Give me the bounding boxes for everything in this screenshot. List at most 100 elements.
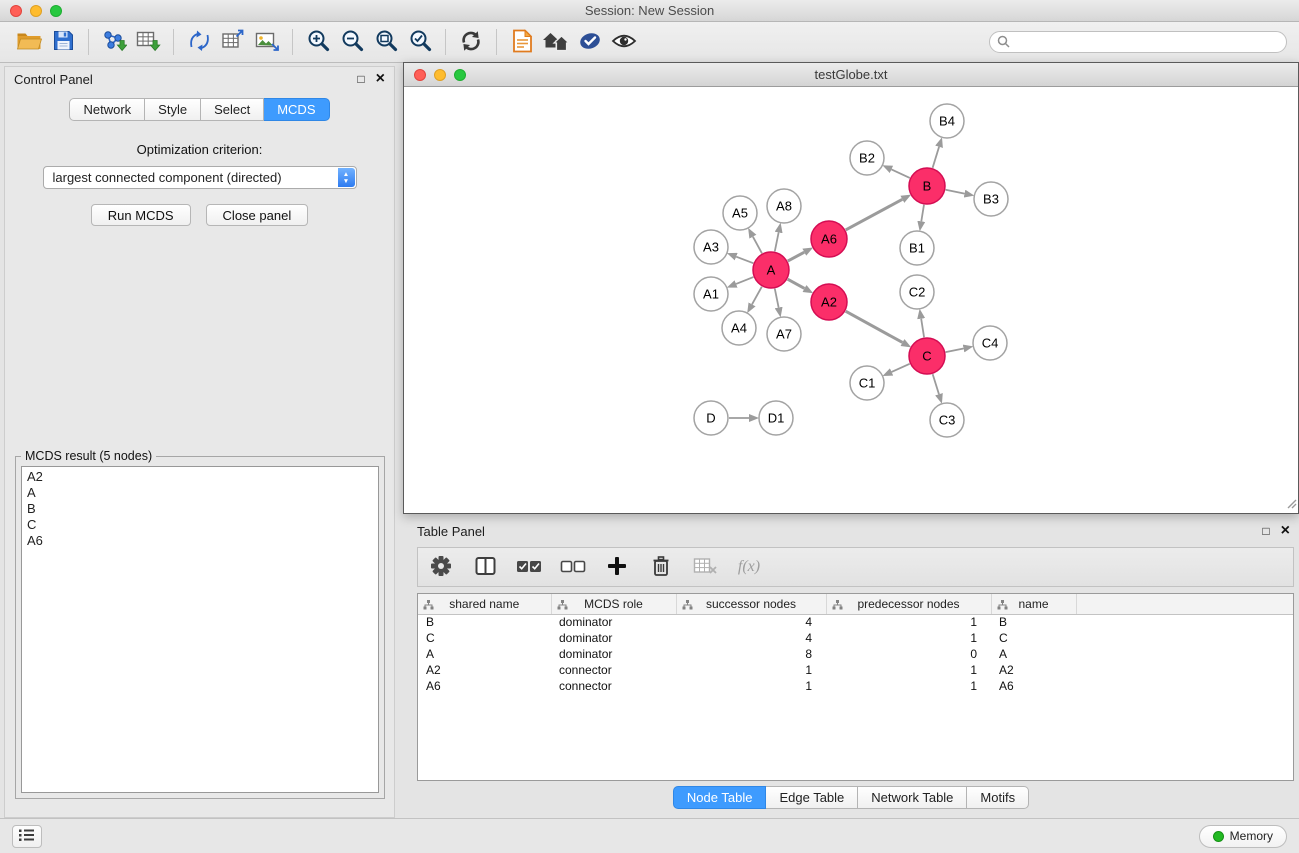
delete-column-button[interactable] (648, 551, 674, 583)
node-B[interactable]: B (909, 168, 945, 204)
tab-style[interactable]: Style (145, 98, 201, 121)
apply-layout-button[interactable] (454, 26, 488, 58)
node-A[interactable]: A (753, 252, 789, 288)
table-row[interactable]: A2connector11A2 (418, 662, 1293, 678)
task-history-button[interactable] (12, 825, 42, 848)
zoom-in-button[interactable] (301, 26, 335, 58)
edge-C-C1[interactable] (892, 364, 910, 372)
node-A6[interactable]: A6 (811, 221, 847, 257)
float-panel-icon[interactable]: □ (357, 73, 364, 85)
node-A7[interactable]: A7 (767, 317, 801, 351)
function-builder-button[interactable]: f(x) (736, 551, 762, 583)
network-window-titlebar[interactable]: testGlobe.txt (404, 63, 1298, 87)
column-header-name[interactable]: name (991, 594, 1076, 614)
tab-network[interactable]: Network (69, 98, 145, 121)
mcds-result-item[interactable]: A2 (27, 469, 373, 485)
zoom-out-button[interactable] (335, 26, 369, 58)
zoom-fit-button[interactable] (369, 26, 403, 58)
tab-select[interactable]: Select (201, 98, 264, 121)
node-D[interactable]: D (694, 401, 728, 435)
tab-network-table[interactable]: Network Table (858, 786, 967, 809)
node-table-container[interactable]: shared nameMCDS rolesuccessor nodesprede… (417, 593, 1294, 781)
node-B1[interactable]: B1 (900, 231, 934, 265)
zoom-window-button[interactable] (50, 5, 62, 17)
node-C[interactable]: C (909, 338, 945, 374)
edge-C-C4[interactable] (946, 348, 964, 352)
zoom-network-window-button[interactable] (454, 69, 466, 81)
tab-edge-table[interactable]: Edge Table (766, 786, 858, 809)
edge-C-C2[interactable] (921, 319, 924, 338)
minimize-window-button[interactable] (30, 5, 42, 17)
edge-A-A5[interactable] (753, 237, 762, 254)
table-row[interactable]: Bdominator41B (418, 614, 1293, 630)
import-table-button[interactable] (131, 26, 165, 58)
close-panel-button[interactable]: Close panel (206, 204, 309, 226)
edge-A-A8[interactable] (775, 232, 779, 251)
show-columns-button[interactable] (472, 551, 498, 583)
edge-A-A2[interactable] (788, 279, 805, 288)
close-panel-icon[interactable]: × (376, 71, 385, 87)
save-session-button[interactable] (46, 26, 80, 58)
import-network-button[interactable] (97, 26, 131, 58)
node-A4[interactable]: A4 (722, 311, 756, 345)
node-C4[interactable]: C4 (973, 326, 1007, 360)
edge-B-B2[interactable] (891, 169, 909, 178)
minimize-network-window-button[interactable] (434, 69, 446, 81)
open-session-button[interactable] (12, 26, 46, 58)
tab-mcds[interactable]: MCDS (264, 98, 329, 121)
node-B2[interactable]: B2 (850, 141, 884, 175)
add-column-button[interactable] (604, 551, 630, 583)
table-row[interactable]: Adominator80A (418, 646, 1293, 662)
edge-A-A1[interactable] (736, 277, 753, 284)
edge-B-B4[interactable] (933, 147, 939, 168)
zoom-selected-button[interactable] (403, 26, 437, 58)
mcds-result-item[interactable]: C (27, 517, 373, 533)
table-row[interactable]: Cdominator41C (418, 630, 1293, 646)
table-row[interactable]: A6connector11A6 (418, 678, 1293, 694)
node-B3[interactable]: B3 (974, 182, 1008, 216)
export-network-button[interactable] (182, 26, 216, 58)
mcds-result-item[interactable]: B (27, 501, 373, 517)
edge-B-B3[interactable] (946, 190, 965, 194)
tab-motifs[interactable]: Motifs (967, 786, 1029, 809)
close-network-window-button[interactable] (414, 69, 426, 81)
column-header-predecessor-nodes[interactable]: predecessor nodes (826, 594, 991, 614)
export-image-button[interactable] (250, 26, 284, 58)
close-window-button[interactable] (10, 5, 22, 17)
edge-A-A7[interactable] (775, 289, 779, 308)
criterion-dropdown[interactable]: largest connected component (directed) ▲… (43, 166, 357, 189)
select-all-button[interactable] (516, 551, 542, 583)
report-button[interactable] (505, 26, 539, 58)
deselect-all-button[interactable] (560, 551, 586, 583)
node-A3[interactable]: A3 (694, 230, 728, 264)
node-A1[interactable]: A1 (694, 277, 728, 311)
edge-C-C3[interactable] (933, 374, 939, 394)
node-C2[interactable]: C2 (900, 275, 934, 309)
mcds-result-list[interactable]: A2ABCA6 (21, 466, 379, 793)
column-header-successor-nodes[interactable]: successor nodes (676, 594, 826, 614)
node-A2[interactable]: A2 (811, 284, 847, 320)
edge-A6-B[interactable] (846, 199, 903, 230)
node-A5[interactable]: A5 (723, 196, 757, 230)
column-header-MCDS-role[interactable]: MCDS role (551, 594, 676, 614)
mcds-result-item[interactable]: A6 (27, 533, 373, 549)
memory-button[interactable]: Memory (1199, 825, 1287, 848)
node-B4[interactable]: B4 (930, 104, 964, 138)
visibility-button[interactable] (607, 26, 641, 58)
node-C3[interactable]: C3 (930, 403, 964, 437)
edge-A-A3[interactable] (736, 257, 753, 264)
edge-B-B1[interactable] (921, 205, 924, 222)
home-button[interactable] (539, 26, 573, 58)
node-D1[interactable]: D1 (759, 401, 793, 435)
search-input[interactable] (989, 31, 1287, 53)
resize-grip-icon[interactable] (1285, 497, 1297, 512)
edge-A2-C[interactable] (846, 311, 903, 342)
column-header-shared-name[interactable]: shared name (418, 594, 551, 614)
close-table-panel-icon[interactable]: × (1281, 523, 1290, 539)
tab-node-table[interactable]: Node Table (673, 786, 767, 809)
network-canvas[interactable]: B4B2BB3A5A8A6A3AB1A1A2C2A4A7C4CC1C3DD1 (404, 87, 1298, 513)
node-A8[interactable]: A8 (767, 189, 801, 223)
run-mcds-button[interactable]: Run MCDS (91, 204, 191, 226)
edge-A-A6[interactable] (788, 252, 805, 261)
export-table-button[interactable] (216, 26, 250, 58)
